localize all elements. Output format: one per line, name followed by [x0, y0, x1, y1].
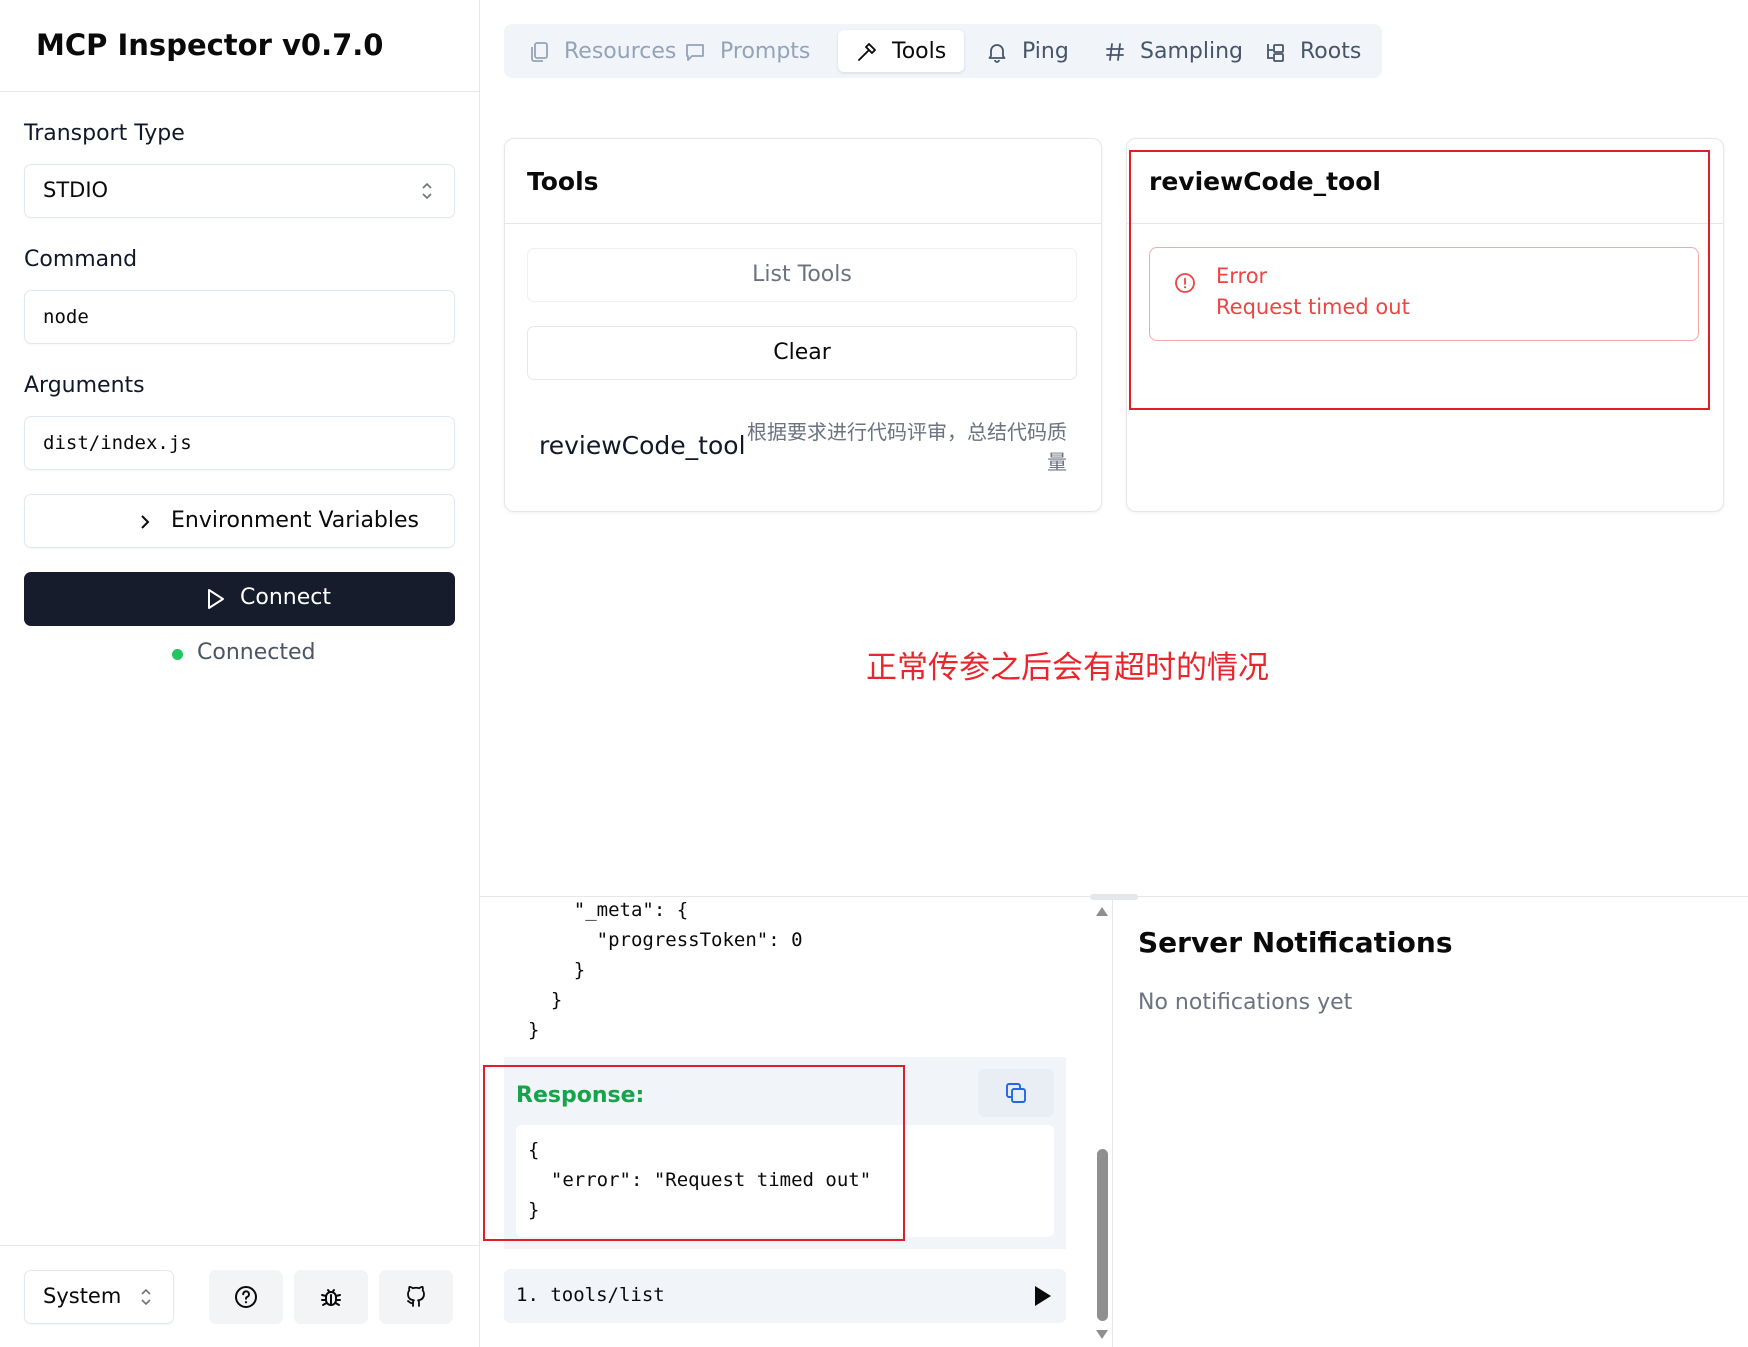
scroll-up-arrow-icon[interactable]	[1095, 905, 1109, 917]
code-line: }	[528, 959, 586, 981]
transport-type-label: Transport Type	[24, 121, 185, 146]
environment-variables-button[interactable]: Environment Variables	[24, 494, 455, 548]
list-tools-button[interactable]: List Tools	[527, 248, 1077, 302]
history-item[interactable]: 1. tools/list	[504, 1269, 1066, 1323]
status-label: Connected	[197, 640, 316, 665]
tab-label: Roots	[1300, 39, 1362, 64]
scrollbar-thumb[interactable]	[1097, 1149, 1108, 1321]
scrollbar[interactable]	[1090, 897, 1114, 1347]
tool-list-item-description: 根据要求进行代码评审，总结代码质量	[747, 420, 1067, 474]
github-icon	[407, 1285, 425, 1307]
tab-bar: Resources Prompts Tools Ping Sampling Ro…	[504, 24, 1382, 78]
sidebar-footer: System	[0, 1245, 480, 1347]
clear-button[interactable]: Clear	[527, 326, 1077, 380]
roots-icon	[1267, 44, 1284, 62]
sidebar-header: MCP Inspector v0.7.0	[0, 0, 480, 92]
tab-label: Resources	[564, 39, 677, 64]
theme-select[interactable]: System	[24, 1270, 174, 1324]
tab-label: Tools	[892, 39, 947, 64]
highlight-box	[483, 1065, 905, 1241]
tool-list-item-name[interactable]: reviewCode_tool	[539, 431, 746, 460]
hammer-icon	[858, 43, 876, 61]
transport-type-select[interactable]: STDIO	[24, 164, 455, 218]
tab-tools[interactable]: Tools	[838, 30, 964, 72]
command-input[interactable]: node	[24, 290, 455, 344]
connect-label: Connect	[240, 585, 331, 610]
prompts-icon	[686, 44, 704, 61]
sidebar: MCP Inspector v0.7.0 Transport Type STDI…	[0, 0, 480, 1347]
copy-button[interactable]	[978, 1069, 1054, 1117]
tab-prompts[interactable]: Prompts	[666, 30, 834, 72]
chevron-up-down-icon	[141, 1288, 151, 1306]
arguments-input[interactable]: dist/index.js	[24, 416, 455, 470]
tab-sampling[interactable]: Sampling	[1086, 30, 1243, 72]
code-line: "progressToken": 0	[528, 929, 803, 951]
annotation-text: 正常传参之后会有超时的情况	[866, 650, 1269, 686]
history-item-label: 1. tools/list	[516, 1284, 665, 1306]
bug-icon	[321, 1289, 341, 1306]
code-line: }	[528, 1019, 540, 1041]
status-dot	[172, 649, 183, 660]
divider	[505, 223, 1101, 224]
tab-label: Ping	[1022, 39, 1069, 64]
command-label: Command	[24, 247, 138, 272]
app-title: MCP Inspector v0.7.0	[36, 28, 384, 62]
debug-button[interactable]	[294, 1270, 368, 1324]
scroll-down-arrow-icon[interactable]	[1095, 1329, 1109, 1341]
arguments-label: Arguments	[24, 373, 145, 398]
help-button[interactable]	[209, 1270, 283, 1324]
notifications-empty-text: No notifications yet	[1138, 990, 1353, 1015]
copy-icon	[1006, 1083, 1026, 1103]
server-notifications-title: Server Notifications	[1138, 926, 1453, 959]
tools-card-title: Tools	[527, 167, 599, 196]
github-button[interactable]	[379, 1270, 453, 1324]
arguments-value: dist/index.js	[43, 432, 192, 454]
help-icon	[235, 1286, 257, 1308]
transport-type-value: STDIO	[43, 178, 109, 202]
bell-icon	[988, 44, 1006, 63]
tools-card: Tools List Tools Clear reviewCode_tool 根…	[504, 138, 1102, 512]
command-value: node	[43, 306, 89, 328]
code-line: "_meta": {	[528, 899, 689, 921]
code-line: }	[528, 989, 563, 1011]
chevron-up-down-icon	[422, 182, 432, 200]
tab-label: Prompts	[720, 39, 811, 64]
divider	[1112, 897, 1113, 1347]
play-icon[interactable]	[1034, 1285, 1052, 1307]
chevron-right-icon	[141, 515, 150, 529]
play-icon	[208, 589, 224, 609]
tab-ping[interactable]: Ping	[968, 30, 1082, 72]
tab-resources[interactable]: Resources	[510, 30, 676, 72]
request-json-block: "_meta": { "progressToken": 0 } } }	[516, 897, 1054, 1055]
hash-icon	[1106, 43, 1124, 61]
connect-button[interactable]: Connect	[24, 572, 455, 626]
highlight-box	[1129, 150, 1710, 410]
theme-value: System	[43, 1284, 122, 1308]
resources-icon	[531, 42, 548, 62]
environment-variables-label: Environment Variables	[171, 508, 420, 533]
tab-label: Sampling	[1140, 39, 1243, 64]
tab-roots[interactable]: Roots	[1246, 30, 1376, 72]
